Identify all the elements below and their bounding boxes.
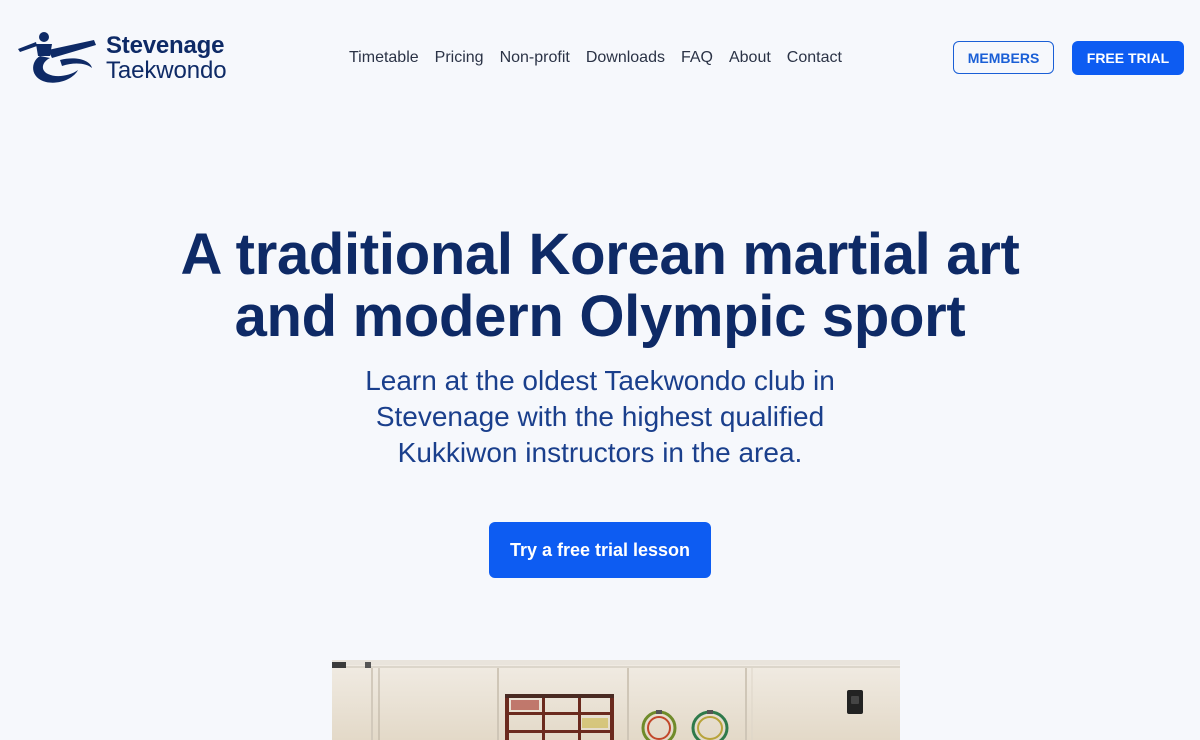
brand-name: Stevenage Taekwondo — [106, 31, 227, 84]
free-trial-button[interactable]: FREE TRIAL — [1072, 41, 1184, 75]
nav-faq[interactable]: FAQ — [681, 47, 713, 69]
brand-logo-link[interactable]: Stevenage Taekwondo — [16, 30, 227, 86]
site-header: Stevenage Taekwondo Timetable Pricing No… — [0, 0, 1200, 116]
kicking-figure-logo-icon — [18, 32, 96, 83]
dojo-photo-image — [332, 660, 900, 740]
hero-subtitle-line2: Stevenage with the highest qualified — [375, 401, 825, 432]
hero-subtitle-line1: Learn at the oldest Taekwondo club in — [365, 365, 835, 396]
main-nav: Timetable Pricing Non-profit Downloads F… — [349, 47, 842, 69]
nav-timetable[interactable]: Timetable — [349, 47, 419, 69]
members-button[interactable]: MEMBERS — [953, 41, 1054, 74]
dojo-photo — [332, 660, 900, 740]
brand-name-line2: Taekwondo — [106, 56, 227, 84]
nav-about[interactable]: About — [729, 47, 771, 69]
hero-title: A traditional Korean martial art and mod… — [100, 224, 1100, 348]
hero-subtitle-line3: Kukkiwon instructors in the area. — [397, 437, 803, 468]
nav-contact[interactable]: Contact — [787, 47, 842, 69]
hero-title-line1: A traditional Korean martial art — [180, 222, 1020, 287]
brand-name-line1: Stevenage — [106, 31, 225, 59]
free-trial-lesson-button[interactable]: Try a free trial lesson — [489, 522, 711, 578]
hero-subtitle: Learn at the oldest Taekwondo club in St… — [330, 363, 870, 471]
hero-title-line2: and modern Olympic sport — [234, 284, 966, 349]
nav-downloads[interactable]: Downloads — [586, 47, 665, 69]
nav-non-profit[interactable]: Non-profit — [500, 47, 570, 69]
nav-pricing[interactable]: Pricing — [435, 47, 484, 69]
